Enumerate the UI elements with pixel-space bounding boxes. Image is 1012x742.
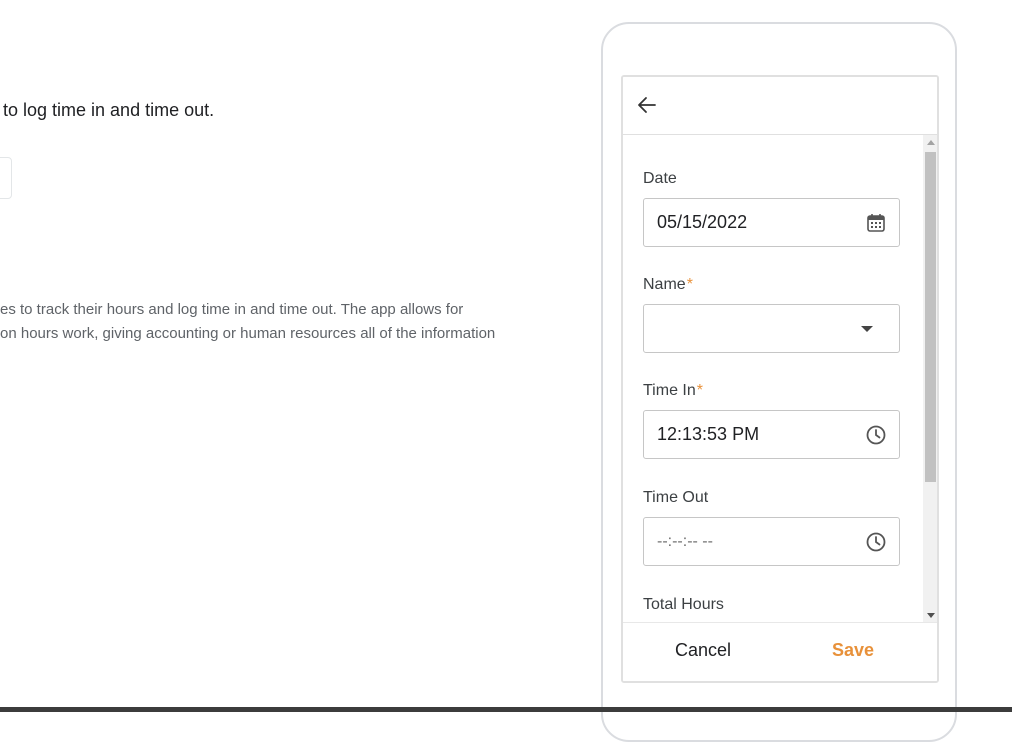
date-value: 05/15/2022 [657, 212, 748, 232]
time-in-label: Time In* [643, 382, 703, 399]
app-bar [623, 77, 937, 135]
description-line-1: es to track their hours and log time in … [0, 301, 464, 318]
required-mark: * [696, 382, 703, 399]
chevron-down-icon[interactable] [861, 326, 873, 332]
partial-button[interactable] [0, 157, 12, 199]
cancel-button[interactable]: Cancel [675, 640, 731, 661]
clock-icon[interactable] [865, 531, 887, 553]
calendar-icon[interactable] [865, 212, 887, 234]
save-button[interactable]: Save [832, 640, 874, 661]
description-line-2: on hours work, giving accounting or huma… [0, 325, 496, 342]
time-out-label: Time Out [643, 489, 709, 506]
page-description: es to track their hours and log time in … [0, 298, 495, 346]
page-headline: to log time in and time out. [3, 100, 215, 120]
name-select[interactable] [643, 304, 900, 353]
total-hours-label: Total Hours [643, 596, 724, 613]
scroll-up-arrow-icon[interactable] [927, 140, 935, 145]
time-out-placeholder: --:--:-- -- [657, 533, 713, 550]
app-screen: Date 05/15/2022 Name* Time In* 12:13:53 … [621, 75, 939, 683]
time-in-field[interactable]: 12:13:53 PM [643, 410, 900, 459]
arrow-left-icon[interactable] [635, 93, 659, 117]
form-scrollbar[interactable] [923, 135, 937, 623]
required-mark: * [686, 276, 693, 293]
form-footer: Cancel Save [623, 622, 937, 681]
date-field[interactable]: 05/15/2022 [643, 198, 900, 247]
scroll-down-arrow-icon[interactable] [927, 613, 935, 618]
clock-icon[interactable] [865, 424, 887, 446]
time-out-field[interactable]: --:--:-- -- [643, 517, 900, 566]
date-label: Date [643, 170, 677, 187]
scrollbar-thumb[interactable] [925, 152, 936, 482]
time-entry-form: Date 05/15/2022 Name* Time In* 12:13:53 … [623, 135, 923, 623]
window-bottom-edge [0, 707, 1012, 712]
name-label: Name* [643, 276, 693, 293]
time-in-value: 12:13:53 PM [657, 424, 760, 444]
